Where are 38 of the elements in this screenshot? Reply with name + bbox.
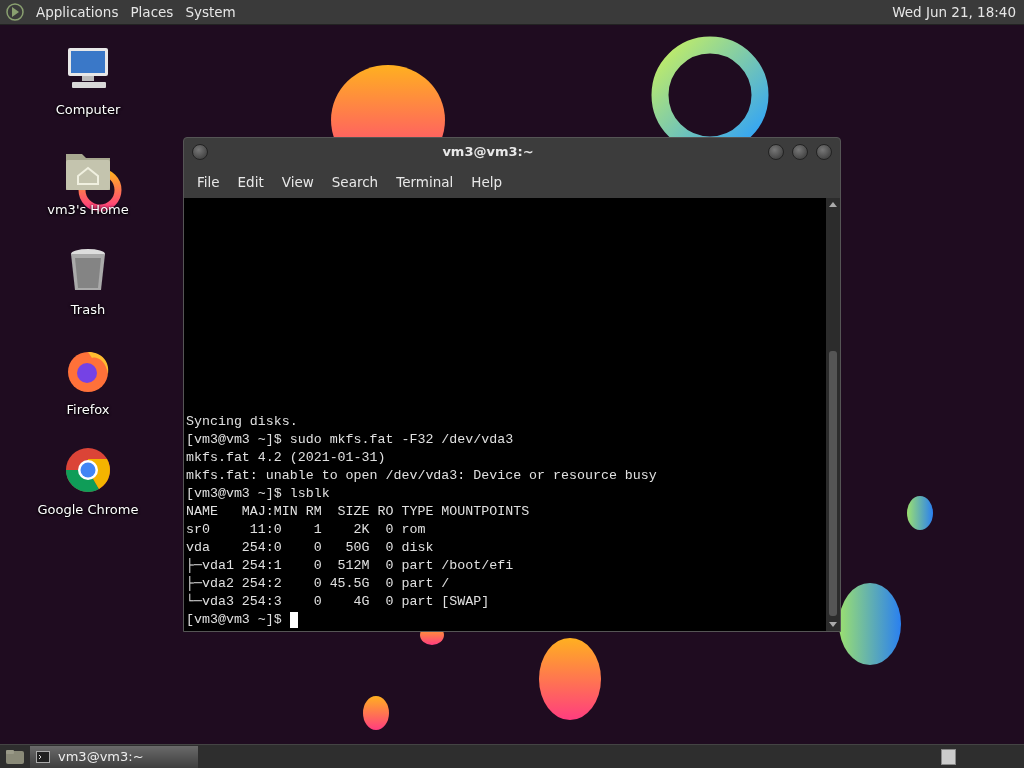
menu-item[interactable]: File (188, 171, 229, 192)
terminal-line: mkfs.fat 4.2 (2021-01-31) (186, 450, 386, 465)
icon-label[interactable]: Google Chrome (37, 500, 139, 520)
panel-menu[interactable]: Applications (30, 0, 125, 24)
workspace-switcher[interactable] (941, 748, 956, 765)
terminal-line: mkfs.fat: unable to open /dev/vda3: Device or resource busy (186, 468, 657, 483)
window-title: vm3@vm3:~ (442, 143, 534, 162)
logo-icon[interactable] (4, 2, 26, 22)
menu-item[interactable]: Edit (228, 171, 273, 192)
menu-item[interactable]: View (272, 171, 323, 192)
terminal-line: NAME MAJ:MIN RM SIZE RO TYPE MOUNTPOINTS (186, 504, 530, 519)
menu-item[interactable]: Search (322, 171, 388, 192)
terminal-line: [vm3@vm3 ~]$ lsblk (186, 486, 330, 501)
terminal-line: [vm3@vm3 ~]$ (186, 612, 282, 627)
terminal-line: ├─vda1 254:1 0 512M 0 part /boot/efi (186, 558, 514, 573)
text-cursor (289, 611, 298, 628)
menu-item[interactable]: Terminal (387, 171, 463, 192)
panel-menu[interactable]: Places (124, 0, 180, 24)
terminal-line: Syncing disks. (186, 414, 298, 429)
terminal-line: sr0 11:0 1 2K 0 rom (186, 522, 426, 537)
terminal-line: [vm3@vm3 ~]$ sudo mkfs.fat -F32 /dev/vda3 (186, 432, 514, 447)
minimize-button[interactable] (768, 143, 784, 160)
terminal-icon (36, 750, 50, 763)
scrollbar[interactable] (826, 197, 840, 631)
terminal-line: └─vda3 254:3 0 4G 0 part [SWAP] (186, 594, 490, 609)
clock[interactable]: Wed Jun 21, 18:40 (892, 1, 1020, 23)
terminal-line: vda 254:0 0 50G 0 disk (186, 540, 434, 555)
icon-label[interactable]: Computer (55, 100, 121, 120)
show-desktop-icon[interactable] (4, 747, 26, 766)
taskbar-button[interactable]: vm3@vm3:~ (30, 745, 198, 768)
terminal-line: ├─vda2 254:2 0 45.5G 0 part / (186, 576, 450, 591)
menu-item[interactable]: Help (462, 171, 512, 192)
panel-menu[interactable]: System (179, 0, 242, 24)
icon-label[interactable]: Firefox (66, 400, 110, 420)
window-menu-button[interactable] (192, 143, 208, 160)
close-button[interactable] (816, 143, 832, 160)
icon-label[interactable]: Trash (70, 300, 106, 320)
maximize-button[interactable] (792, 143, 808, 160)
